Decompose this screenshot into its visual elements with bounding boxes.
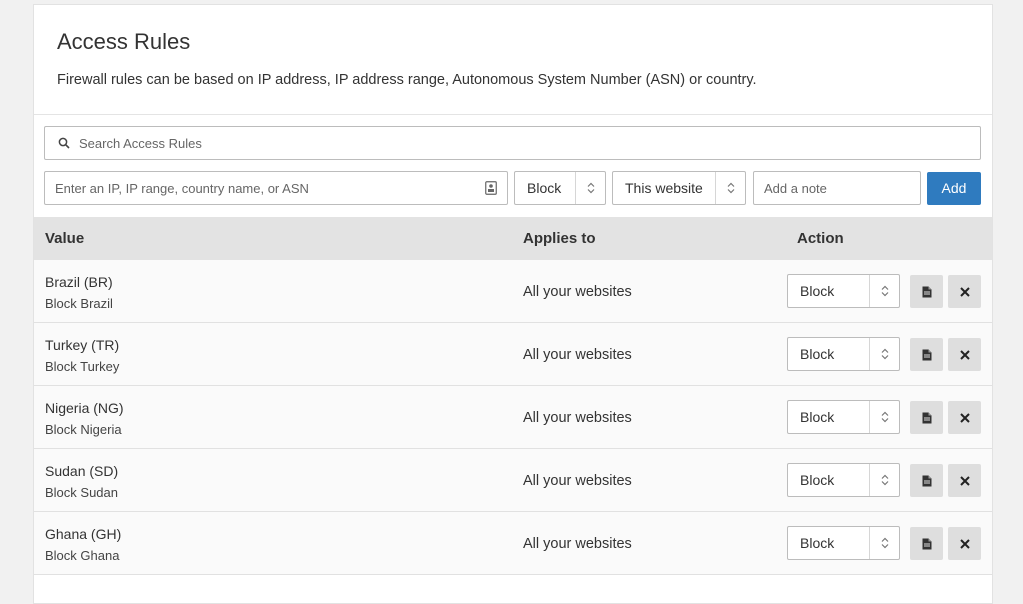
page-title: Access Rules xyxy=(57,29,191,54)
action-selected: Block xyxy=(800,535,835,551)
updown-arrow-icon xyxy=(869,464,899,496)
note-field[interactable] xyxy=(753,171,921,205)
rule-note: Block Sudan xyxy=(45,485,118,500)
updown-arrow-icon xyxy=(715,172,745,204)
rule-note: Block Turkey xyxy=(45,359,120,374)
action-select[interactable]: Block xyxy=(787,274,900,308)
rule-value: Nigeria (NG) xyxy=(45,400,124,416)
search-bar[interactable] xyxy=(44,126,981,160)
delete-rule-button[interactable] xyxy=(948,527,981,560)
updown-arrow-icon xyxy=(869,275,899,307)
note-input[interactable] xyxy=(764,180,904,196)
table-row: Brazil (BR) Block Brazil All your websites… xyxy=(34,260,992,323)
close-icon xyxy=(959,412,970,423)
document-icon xyxy=(922,538,932,550)
rule-applies-to: All your websites xyxy=(523,284,632,300)
table-row: Nigeria (NG) Block Nigeria All your websit… xyxy=(34,386,992,449)
rule-value: Ghana (GH) xyxy=(45,526,122,542)
document-icon xyxy=(922,349,932,361)
search-input[interactable] xyxy=(79,135,980,151)
rule-controls: Block This website Add xyxy=(34,115,992,217)
contact-card-icon[interactable] xyxy=(485,181,497,195)
column-header-applies-to: Applies to xyxy=(523,230,596,247)
action-select[interactable]: Block xyxy=(787,337,900,371)
rule-applies-to: All your websites xyxy=(523,536,632,552)
edit-note-button[interactable] xyxy=(910,401,943,434)
document-icon xyxy=(922,412,932,424)
action-selected: Block xyxy=(800,283,835,299)
close-icon xyxy=(959,286,970,297)
column-header-action: Action xyxy=(797,230,844,247)
edit-note-button[interactable] xyxy=(910,275,943,308)
delete-rule-button[interactable] xyxy=(948,401,981,434)
rule-applies-to: All your websites xyxy=(523,410,632,426)
value-input[interactable] xyxy=(55,180,485,196)
table-row: Turkey (TR) Block Turkey All your websites… xyxy=(34,323,992,386)
table-row: Ghana (GH) Block Ghana All your websites Bl… xyxy=(34,512,992,575)
edit-note-button[interactable] xyxy=(910,464,943,497)
mode-selected: Block xyxy=(527,180,562,196)
table-header: Value Applies to Action xyxy=(34,217,992,260)
close-icon xyxy=(959,349,970,360)
rule-applies-to: All your websites xyxy=(523,347,632,363)
rule-note: Block Nigeria xyxy=(45,422,122,437)
search-icon xyxy=(57,136,71,150)
action-selected: Block xyxy=(800,346,835,362)
card-header: Access Rules Firewall rules can be based… xyxy=(34,5,992,115)
add-button[interactable]: Add xyxy=(927,171,981,205)
document-icon xyxy=(922,286,932,298)
action-selected: Block xyxy=(800,472,835,488)
edit-note-button[interactable] xyxy=(910,527,943,560)
close-icon xyxy=(959,475,970,486)
rule-value: Turkey (TR) xyxy=(45,337,120,353)
action-select[interactable]: Block xyxy=(787,526,900,560)
updown-arrow-icon xyxy=(869,401,899,433)
delete-rule-button[interactable] xyxy=(948,275,981,308)
edit-note-button[interactable] xyxy=(910,338,943,371)
mode-select[interactable]: Block xyxy=(514,171,606,205)
rule-applies-to: All your websites xyxy=(523,473,632,489)
rule-note: Block Ghana xyxy=(45,548,120,563)
scope-selected: This website xyxy=(625,180,703,196)
column-header-value: Value xyxy=(45,230,85,247)
page-description: Firewall rules can be based on IP addres… xyxy=(57,72,757,88)
action-selected: Block xyxy=(800,409,835,425)
updown-arrow-icon xyxy=(869,338,899,370)
document-icon xyxy=(922,475,932,487)
table-row: Sudan (SD) Block Sudan All your websites Bl… xyxy=(34,449,992,512)
value-field[interactable] xyxy=(44,171,508,205)
delete-rule-button[interactable] xyxy=(948,464,981,497)
delete-rule-button[interactable] xyxy=(948,338,981,371)
action-select[interactable]: Block xyxy=(787,400,900,434)
add-rule-form: Block This website Add xyxy=(44,171,981,205)
access-rules-card: Access Rules Firewall rules can be based… xyxy=(33,4,993,604)
scope-select[interactable]: This website xyxy=(612,171,746,205)
rule-value: Brazil (BR) xyxy=(45,274,113,290)
updown-arrow-icon xyxy=(869,527,899,559)
rule-value: Sudan (SD) xyxy=(45,463,119,479)
action-select[interactable]: Block xyxy=(787,463,900,497)
rule-note: Block Brazil xyxy=(45,296,113,311)
updown-arrow-icon xyxy=(575,172,605,204)
close-icon xyxy=(959,538,970,549)
